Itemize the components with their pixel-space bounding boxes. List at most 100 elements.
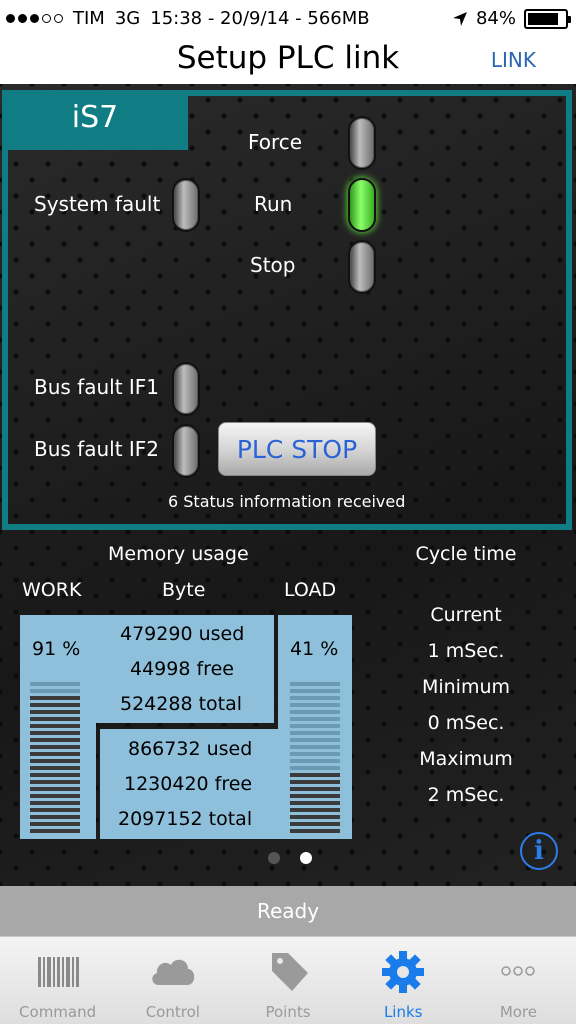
tab-bar: Command Control Points Links More [0, 936, 576, 1024]
gauge-segment [290, 738, 340, 742]
gauge-segment [290, 689, 340, 693]
byte-label: Byte [162, 579, 206, 601]
tab-command-label: Command [19, 1003, 97, 1021]
status-bar: TIM 3G 15:38 - 20/9/14 - 566MB 84% [0, 0, 576, 38]
cycle-time-title: Cycle time [415, 543, 517, 565]
info-icon[interactable]: i [520, 832, 558, 870]
gauge-segment [290, 780, 340, 784]
gauge-segment [290, 724, 340, 728]
gauge-segment [290, 710, 340, 714]
load-free: 1230420 free [124, 773, 253, 795]
bus-fault-if2-led [172, 424, 200, 478]
plc-stop-button[interactable]: PLC STOP [218, 422, 376, 476]
current-value: 1 mSec. [427, 640, 505, 662]
work-total: 524288 total [120, 693, 243, 715]
minimum-label: Minimum [421, 676, 511, 698]
force-label: Force [248, 130, 303, 154]
gauge-segment [30, 724, 80, 728]
stop-led [348, 240, 376, 294]
bus-fault-if1-label: Bus fault IF1 [34, 375, 160, 399]
gear-icon [382, 951, 425, 993]
gauge-segment [290, 801, 340, 805]
barcode-icon [37, 957, 79, 987]
gauge-segment [290, 717, 340, 721]
location-arrow-icon [452, 11, 467, 26]
tab-control[interactable]: Control [115, 937, 230, 1024]
gauge-segment [290, 787, 340, 791]
system-fault-led [172, 178, 200, 232]
network-type: 3G [114, 8, 141, 29]
page-indicator[interactable] [268, 852, 312, 864]
main-content: iS7 Force System fault Run Stop Bus faul… [0, 84, 576, 886]
link-button[interactable]: LINK [491, 48, 536, 72]
gauge-segment [290, 815, 340, 819]
gauge-segment [290, 731, 340, 735]
tag-icon [272, 953, 308, 991]
run-label: Run [254, 192, 293, 216]
tab-command[interactable]: Command [0, 937, 115, 1024]
memory-usage-title: Memory usage [108, 543, 249, 565]
tab-links-label: Links [383, 1003, 423, 1021]
work-used: 479290 used [120, 623, 245, 645]
gauge-segment [290, 794, 340, 798]
gauge-segment [290, 703, 340, 707]
cloud-icon [152, 959, 195, 985]
gauge-segment [30, 696, 80, 700]
work-gauge [30, 682, 80, 833]
run-led [348, 178, 376, 232]
tab-links[interactable]: Links [346, 937, 461, 1024]
page-dot-2[interactable] [300, 852, 312, 864]
gauge-segment [30, 766, 80, 770]
page-dot-1[interactable] [268, 852, 280, 864]
gauge-segment [290, 766, 340, 770]
gauge-segment [290, 829, 340, 833]
load-percent: 41 % [290, 638, 339, 660]
work-free: 44998 free [130, 658, 234, 680]
status-right: 84% [452, 8, 571, 29]
carrier-name: TIM [73, 8, 105, 29]
navigation-bar: Setup PLC link LINK [0, 38, 576, 84]
gauge-segment [30, 745, 80, 749]
battery-icon [524, 8, 571, 29]
tab-more[interactable]: More [461, 937, 576, 1024]
gauge-segment [30, 759, 80, 763]
gauge-segment [30, 801, 80, 805]
stop-label: Stop [250, 253, 296, 277]
bus-fault-if2-label: Bus fault IF2 [34, 437, 160, 461]
gauge-segment [30, 780, 80, 784]
gauge-segment [290, 682, 340, 686]
tab-more-label: More [499, 1003, 537, 1021]
gauge-segment [30, 815, 80, 819]
gauge-segment [290, 696, 340, 700]
plc-name-tab: iS7 [2, 90, 188, 150]
system-fault-label: System fault [34, 192, 161, 216]
ready-status-bar: Ready [0, 886, 576, 936]
work-percent: 91 % [32, 638, 81, 660]
gauge-segment [30, 689, 80, 693]
bus-fault-if1-led [172, 362, 200, 416]
load-gauge [290, 682, 340, 833]
load-total: 2097152 total [118, 808, 253, 830]
tab-points-label: Points [265, 1003, 311, 1021]
gauge-segment [30, 731, 80, 735]
gauge-segment [290, 808, 340, 812]
status-center-text: 15:38 - 20/9/14 - 566MB [150, 8, 370, 29]
gauge-segment [30, 752, 80, 756]
more-dots-icon [501, 966, 536, 976]
gauge-segment [30, 717, 80, 721]
minimum-value: 0 mSec. [427, 712, 505, 734]
tab-points[interactable]: Points [230, 937, 345, 1024]
current-label: Current [430, 604, 502, 626]
gauge-segment [30, 738, 80, 742]
signal-strength-icon [6, 14, 63, 23]
plc-panel: iS7 Force System fault Run Stop Bus faul… [2, 90, 572, 530]
load-label: LOAD [284, 579, 337, 601]
gauge-segment [30, 703, 80, 707]
gauge-segment [290, 822, 340, 826]
tab-control-label: Control [145, 1003, 200, 1021]
work-label: WORK [22, 579, 82, 601]
maximum-value: 2 mSec. [427, 784, 505, 806]
gauge-segment [30, 682, 80, 686]
force-led [348, 116, 376, 170]
load-used: 866732 used [128, 738, 253, 760]
